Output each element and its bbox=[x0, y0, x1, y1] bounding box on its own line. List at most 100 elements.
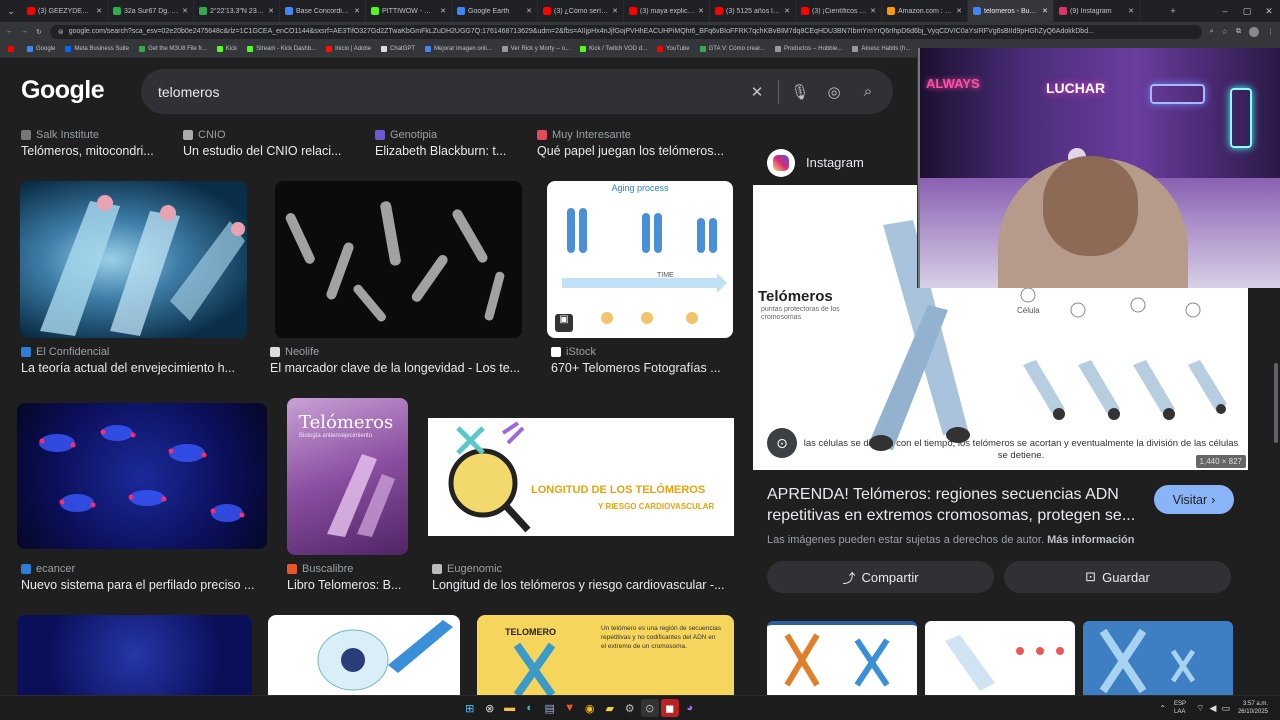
preview-title[interactable]: APRENDA! Telómeros: regiones secuencias … bbox=[767, 484, 1142, 526]
tab-search-icon[interactable]: ⌄ bbox=[0, 6, 22, 17]
bookmark-item[interactable]: Productos -- Hobbie... bbox=[774, 46, 842, 52]
result-title[interactable]: Nuevo sistema para el perfilado preciso … bbox=[21, 578, 264, 592]
more-info-link[interactable]: Más información bbox=[1047, 534, 1134, 546]
battery-icon[interactable]: ▭ bbox=[1221, 703, 1230, 714]
result-title[interactable]: Un estudio del CNIO relaci... bbox=[183, 144, 353, 158]
result-image-book-cover[interactable]: Telómeros Biología antienvejecimiento bbox=[287, 398, 408, 555]
result-image-telomero-card[interactable]: TELOMERO Un telómero es una región de se… bbox=[477, 615, 734, 695]
browser-tab[interactable]: Amazon.com : bino ✕ bbox=[882, 0, 968, 22]
related-image-2[interactable] bbox=[925, 621, 1075, 695]
result-image-chromosomes-blue-2[interactable] bbox=[17, 615, 252, 695]
clock[interactable]: 3:57 a.m. 26/10/2025 bbox=[1238, 700, 1268, 716]
tab-close-icon[interactable]: ✕ bbox=[268, 7, 274, 15]
tab-close-icon[interactable]: ✕ bbox=[354, 7, 360, 15]
bookmark-item[interactable]: Stream - Kick Dashb... bbox=[247, 46, 316, 52]
tab-close-icon[interactable]: ✕ bbox=[1042, 7, 1048, 15]
chrome-icon[interactable]: ◉ bbox=[581, 699, 599, 717]
browser-tab[interactable]: telomeros - Buscar ✕ bbox=[968, 0, 1054, 22]
bookmark-item[interactable]: Get the M3U8 File fr... bbox=[139, 46, 207, 52]
zoom-icon[interactable]: ⌕ bbox=[1210, 28, 1214, 36]
result-image-chromosomes-bw[interactable] bbox=[275, 181, 522, 338]
brave-icon[interactable]: ▼ bbox=[561, 699, 579, 717]
close-window-icon[interactable]: ✕ bbox=[1258, 6, 1280, 17]
tab-close-icon[interactable]: ✕ bbox=[698, 7, 704, 15]
bookmark-item[interactable]: GTA V: Cómo crear... bbox=[699, 46, 765, 52]
related-image-3[interactable] bbox=[1083, 621, 1233, 695]
windows-start-icon[interactable]: ⊞ bbox=[461, 699, 479, 717]
edge-icon[interactable]: ◐ bbox=[521, 699, 539, 717]
bookmark-item[interactable] bbox=[8, 46, 17, 52]
bookmark-item[interactable]: Ver Rick y Morty -- o... bbox=[501, 46, 570, 52]
browser-tab[interactable]: (9) Instagram ✕ bbox=[1054, 0, 1140, 22]
result-title[interactable]: 670+ Telomeros Fotografías ... bbox=[551, 361, 731, 375]
result-title[interactable]: Qué papel juegan los telómeros... bbox=[537, 144, 732, 158]
bookmark-item[interactable]: Meta Business Suite bbox=[65, 46, 129, 52]
bookmark-item[interactable]: Atoesc Habits (h... bbox=[852, 46, 910, 52]
tray-chevron-icon[interactable]: ⌃ bbox=[1159, 704, 1166, 713]
browser-tab[interactable]: (3) GEEZYDEE ❌ H✕ bbox=[22, 0, 108, 22]
bookmark-item[interactable]: YouTube bbox=[657, 46, 690, 52]
search-box[interactable]: telomeros ✕ 🎙 ◎ ⌕ bbox=[141, 69, 893, 114]
browser-tab[interactable]: 2°22'13.3"N 23°19' ✕ bbox=[194, 0, 280, 22]
result-image-chromosome-blue[interactable] bbox=[20, 181, 247, 338]
browser-tab[interactable]: (3) ¿Cómo sería un ✕ bbox=[538, 0, 624, 22]
back-icon[interactable]: ← bbox=[6, 28, 13, 35]
result-title[interactable]: El marcador clave de la longevidad - Los… bbox=[270, 361, 528, 375]
bookmark-item[interactable]: Inicio | Adobe bbox=[326, 46, 371, 52]
bookmark-item[interactable]: Kick / Twitch VOD d... bbox=[580, 46, 647, 52]
result-image-fluorescent-cells[interactable] bbox=[17, 403, 267, 549]
share-button[interactable]: ⤴ Compartir bbox=[767, 561, 994, 593]
browser-tab[interactable]: (3) ¡Científicos dev ✕ bbox=[796, 0, 882, 22]
result-image-cell-diagram[interactable] bbox=[268, 615, 460, 695]
tab-close-icon[interactable]: ✕ bbox=[1128, 7, 1134, 15]
bookmark-star-icon[interactable]: ☆ bbox=[1222, 28, 1228, 36]
result-title[interactable]: Elizabeth Blackburn: t... bbox=[375, 144, 520, 158]
file-explorer-icon[interactable]: ▬ bbox=[501, 699, 519, 717]
microphone-icon[interactable]: 🎙 bbox=[783, 83, 817, 101]
maximize-icon[interactable]: ▢ bbox=[1236, 6, 1258, 17]
preview-site-name[interactable]: Instagram bbox=[806, 155, 864, 170]
browser-tab[interactable]: (3) maya explica los✕ bbox=[624, 0, 710, 22]
result-title[interactable]: Longitud de los telómeros y riesgo cardi… bbox=[432, 578, 732, 592]
result-title[interactable]: Libro Telomeros: B... bbox=[287, 578, 409, 592]
tab-close-icon[interactable]: ✕ bbox=[784, 7, 790, 15]
result-image-aging-process[interactable]: Aging process TIME ▣ bbox=[547, 181, 733, 338]
browser-tab[interactable]: Base Concordia - G✕ bbox=[280, 0, 366, 22]
result-title[interactable]: La teoría actual del envejecimiento h... bbox=[21, 361, 246, 375]
store-icon[interactable]: ▤ bbox=[541, 699, 559, 717]
site-info-icon[interactable]: ⊜ bbox=[58, 28, 64, 36]
profile-avatar[interactable] bbox=[1249, 26, 1259, 37]
tab-close-icon[interactable]: ✕ bbox=[612, 7, 618, 15]
extensions-icon[interactable]: ⧉ bbox=[1236, 28, 1241, 36]
language-indicator[interactable]: ESP LAA bbox=[1174, 700, 1186, 716]
tab-close-icon[interactable]: ✕ bbox=[440, 7, 446, 15]
recording-icon[interactable]: ◼ bbox=[660, 699, 679, 717]
reload-icon[interactable]: ↻ bbox=[36, 28, 42, 36]
save-button[interactable]: ⊡ Guardar bbox=[1004, 561, 1231, 593]
minimize-icon[interactable]: – bbox=[1214, 6, 1236, 16]
google-logo[interactable]: Google bbox=[21, 76, 105, 105]
bookmark-item[interactable]: ChatGPT bbox=[381, 46, 415, 52]
tab-close-icon[interactable]: ✕ bbox=[96, 7, 102, 15]
bookmark-item[interactable]: Mejorar imagen onli... bbox=[425, 46, 492, 52]
clear-icon[interactable]: ✕ bbox=[740, 83, 774, 101]
address-bar[interactable]: ⊜ google.com/search?sca_esv=02e20b0e2475… bbox=[49, 24, 1202, 39]
notes-icon[interactable]: ▰ bbox=[601, 699, 619, 717]
tab-close-icon[interactable]: ✕ bbox=[526, 7, 532, 15]
wifi-icon[interactable]: ⌔ bbox=[1196, 703, 1204, 714]
search-icon[interactable]: ⌕ bbox=[851, 83, 885, 100]
xbox-icon[interactable]: ⊗ bbox=[481, 699, 499, 717]
lens-search-icon[interactable]: ⊙ bbox=[767, 428, 797, 458]
messenger-icon[interactable]: ◕ bbox=[681, 699, 699, 717]
tab-close-icon[interactable]: ✕ bbox=[182, 7, 188, 15]
menu-icon[interactable]: ⋮ bbox=[1267, 28, 1274, 36]
volume-icon[interactable]: ◀ bbox=[1210, 703, 1217, 714]
tab-close-icon[interactable]: ✕ bbox=[956, 7, 962, 15]
browser-tab[interactable]: 32a Sur67 Dg. 32 - ✕ bbox=[108, 0, 194, 22]
result-image-eugenomic[interactable]: LONGITUD DE LOS TELÓMEROS Y RIESGO CARDI… bbox=[428, 418, 734, 536]
related-image-1[interactable] bbox=[767, 621, 917, 695]
visit-button[interactable]: Visitar › bbox=[1154, 485, 1234, 514]
obs-icon[interactable]: ⊙ bbox=[640, 699, 659, 717]
new-tab-button[interactable]: + bbox=[1162, 6, 1184, 16]
bookmark-item[interactable]: Kick bbox=[216, 46, 237, 52]
